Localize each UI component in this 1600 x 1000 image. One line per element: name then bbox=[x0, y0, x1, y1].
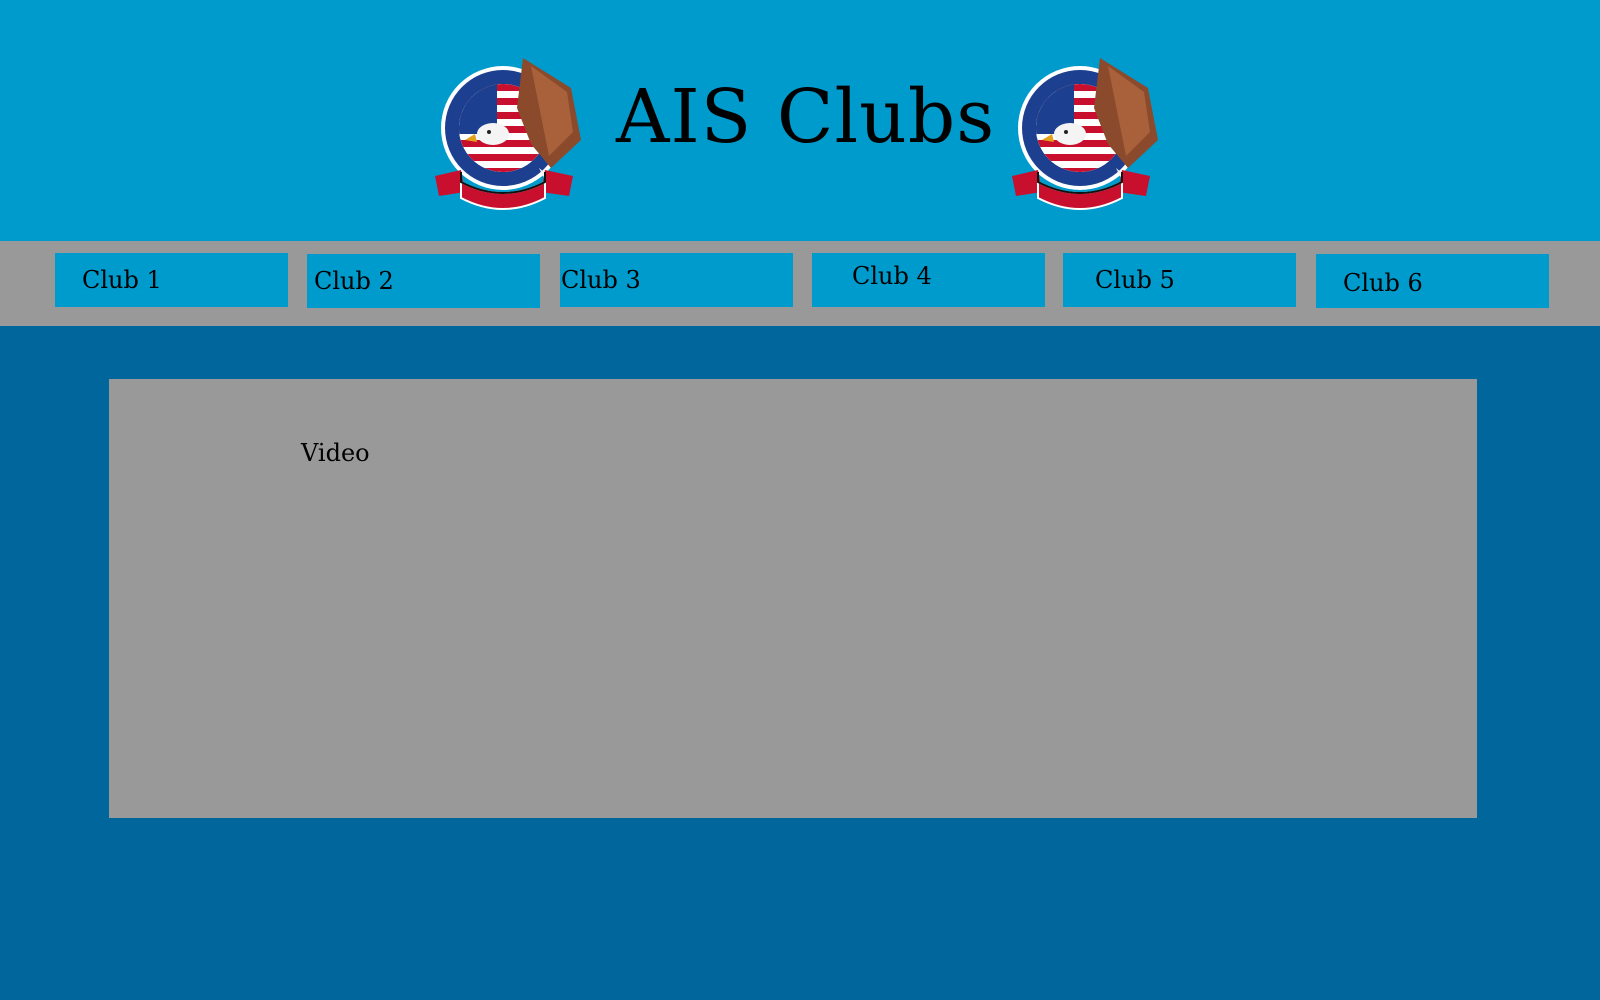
nav-button-label: Club 3 bbox=[561, 266, 641, 294]
video-label: Video bbox=[301, 439, 370, 467]
nav-button-club-6[interactable]: Club 6 bbox=[1316, 254, 1549, 308]
nav-button-club-1[interactable]: Club 1 bbox=[55, 253, 288, 307]
nav-button-label: Club 1 bbox=[82, 266, 162, 294]
nav-button-club-3[interactable]: Club 3 bbox=[560, 253, 793, 307]
school-crest-logo bbox=[1012, 58, 1158, 210]
nav-button-club-4[interactable]: Club 4 bbox=[812, 253, 1045, 307]
nav-button-label: Club 2 bbox=[314, 267, 394, 295]
school-crest-logo bbox=[435, 58, 581, 210]
site-header: AIS Clubs bbox=[0, 0, 1600, 241]
nav-button-club-5[interactable]: Club 5 bbox=[1063, 253, 1296, 307]
nav-button-label: Club 4 bbox=[852, 262, 932, 290]
video-panel: Video bbox=[109, 379, 1477, 818]
nav-button-label: Club 5 bbox=[1095, 266, 1175, 294]
nav-button-club-2[interactable]: Club 2 bbox=[307, 254, 540, 308]
page-title: AIS Clubs bbox=[616, 74, 996, 160]
club-navigation: Club 1 Club 2 Club 3 Club 4 Club 5 Club … bbox=[0, 241, 1600, 326]
nav-button-label: Club 6 bbox=[1343, 269, 1423, 297]
